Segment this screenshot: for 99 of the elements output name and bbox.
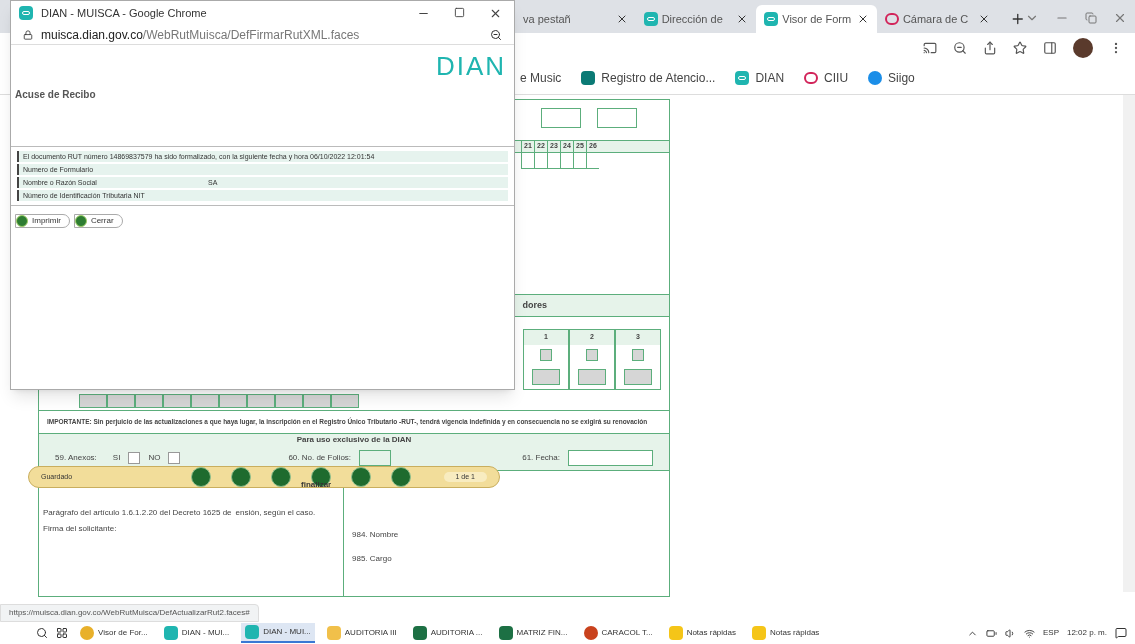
form-field-box[interactable] <box>331 393 359 408</box>
taskbar-item[interactable]: Notas rápidas <box>748 623 824 643</box>
bookmark-favicon <box>804 72 819 84</box>
app-icon <box>752 626 766 640</box>
app-icon <box>80 626 94 640</box>
profile-avatar[interactable] <box>1073 37 1093 58</box>
window-icon <box>19 6 33 20</box>
bookmark-star-icon[interactable] <box>1013 40 1027 55</box>
field-label: 985. Cargo <box>352 552 393 565</box>
notifications-icon[interactable] <box>1115 627 1127 639</box>
taskbar-item[interactable]: AUDITORIA III <box>322 623 401 643</box>
toolbar-round-icon[interactable] <box>391 467 411 487</box>
taskbar-item[interactable]: DIAN - MUI... <box>241 623 315 643</box>
taskbar-item[interactable]: CARACOL T... <box>579 623 657 643</box>
field-label: 59. Anexos: <box>55 451 97 464</box>
app-icon <box>668 626 683 640</box>
bookmark-item[interactable]: CIIU <box>804 69 849 87</box>
form-field-box[interactable] <box>532 368 560 385</box>
form-field-box[interactable] <box>163 393 191 408</box>
side-panel-icon[interactable] <box>1043 40 1057 55</box>
tab-favicon <box>764 12 779 26</box>
section-title: Para uso exclusivo de la DIAN <box>295 433 413 446</box>
form-field-box[interactable] <box>540 348 552 361</box>
share-icon[interactable] <box>983 40 997 55</box>
finish-label: finalizar <box>301 481 332 489</box>
bookmark-item[interactable]: Registro de Atencio... <box>581 69 716 87</box>
field-label: 984. Nombre <box>352 528 399 541</box>
address-text: muisca.dian.gov.co/WebRutMuisca/DefFirmarRutXML.faces <box>41 26 361 44</box>
bookmark-favicon <box>868 71 883 85</box>
browser-tab[interactable]: Visor de Form <box>756 5 877 33</box>
input-field[interactable] <box>568 449 653 466</box>
bookmark-item[interactable]: DIAN <box>735 69 785 87</box>
field-label: 61. Fecha: <box>522 451 560 464</box>
scrollbar[interactable] <box>1123 95 1135 592</box>
taskbar-item[interactable]: Notas rápidas <box>664 623 740 643</box>
app-icon <box>245 625 260 639</box>
form-field-box[interactable] <box>597 108 637 128</box>
window-title: DIAN - MUISCA - Google Chrome <box>41 5 207 21</box>
toolbar-round-icon[interactable] <box>351 467 371 487</box>
bookmark-favicon <box>735 71 750 85</box>
form-field-box[interactable] <box>624 368 652 385</box>
taskbar-item[interactable]: MATRIZ FIN... <box>494 623 572 643</box>
battery-icon[interactable] <box>985 627 997 639</box>
checkbox[interactable] <box>128 451 141 464</box>
toolbar-round-icon[interactable] <box>271 467 291 487</box>
bookmark-item[interactable]: e Music <box>520 69 562 87</box>
app-icon <box>583 626 598 640</box>
taskbar-item[interactable]: DIAN - MUI... <box>159 623 234 643</box>
app-icon <box>498 626 513 640</box>
field-label: NO <box>148 451 161 464</box>
clock[interactable]: 12:02 p. m. <box>1066 627 1107 639</box>
taskbar-item[interactable]: AUDITORIA ... <box>408 623 487 643</box>
checkbox[interactable] <box>168 451 181 464</box>
taskbar-item[interactable]: Visor de For... <box>76 623 152 643</box>
paragraph-text: Parágrafo del artículo 1.6.1.2.20 del Decreto 1625 de <box>43 506 232 519</box>
form-field-box[interactable] <box>632 348 644 361</box>
section-title: dores <box>522 298 547 312</box>
maximize-icon[interactable] <box>454 6 465 18</box>
tab-favicon <box>884 13 899 25</box>
wifi-icon[interactable] <box>1023 627 1035 639</box>
language-indicator[interactable]: ESP <box>1042 627 1059 639</box>
paragraph-text: ensión, según el caso. <box>235 506 316 519</box>
bookmark-item[interactable]: Siigo <box>868 69 915 87</box>
form-field-box[interactable] <box>586 348 598 361</box>
field-label: Firma del solicitante: <box>43 522 118 535</box>
bookmark-favicon <box>581 71 596 85</box>
toolbar-round-icon[interactable] <box>191 467 211 487</box>
cast-icon[interactable] <box>923 40 937 55</box>
form-field-box[interactable] <box>578 368 606 385</box>
tab-favicon <box>643 12 658 26</box>
field-label: 60. No. de Folios: <box>288 451 352 464</box>
form-field-box[interactable] <box>247 393 275 408</box>
field-label: SI <box>112 451 121 464</box>
status-url: https://muisca.dian.gov.co/WebRutMuisca/DefActualizarRut2.faces# <box>0 604 259 622</box>
search-icon[interactable] <box>36 627 48 639</box>
task-view-icon[interactable] <box>56 627 68 639</box>
browser-tab[interactable]: va pestañ <box>515 5 636 33</box>
form-field-box[interactable] <box>303 393 331 408</box>
browser-tab[interactable]: Dirección de <box>635 5 757 33</box>
browser-tab[interactable]: Cámara de C <box>876 5 998 33</box>
page-heading: Acuse de Recibo <box>14 88 97 102</box>
restore-icon[interactable] <box>1085 12 1097 24</box>
form-field-box[interactable] <box>219 393 247 408</box>
form-field-box[interactable] <box>107 393 135 408</box>
input-field[interactable] <box>359 449 392 466</box>
zoom-icon[interactable] <box>953 40 967 55</box>
form-field-box[interactable] <box>275 393 303 408</box>
toolbar-round-icon[interactable] <box>231 467 251 487</box>
form-field-box[interactable] <box>541 108 581 128</box>
form-field-box[interactable] <box>135 393 163 408</box>
zoom-icon[interactable] <box>490 28 502 41</box>
lock-icon <box>23 29 33 40</box>
app-icon <box>326 626 341 640</box>
app-icon <box>412 626 427 640</box>
app-icon <box>163 626 178 640</box>
speaker-icon[interactable] <box>1004 627 1016 639</box>
form-field-box[interactable] <box>191 393 219 408</box>
form-field-box[interactable] <box>79 393 107 408</box>
dian-logo: DIAN <box>435 53 506 79</box>
